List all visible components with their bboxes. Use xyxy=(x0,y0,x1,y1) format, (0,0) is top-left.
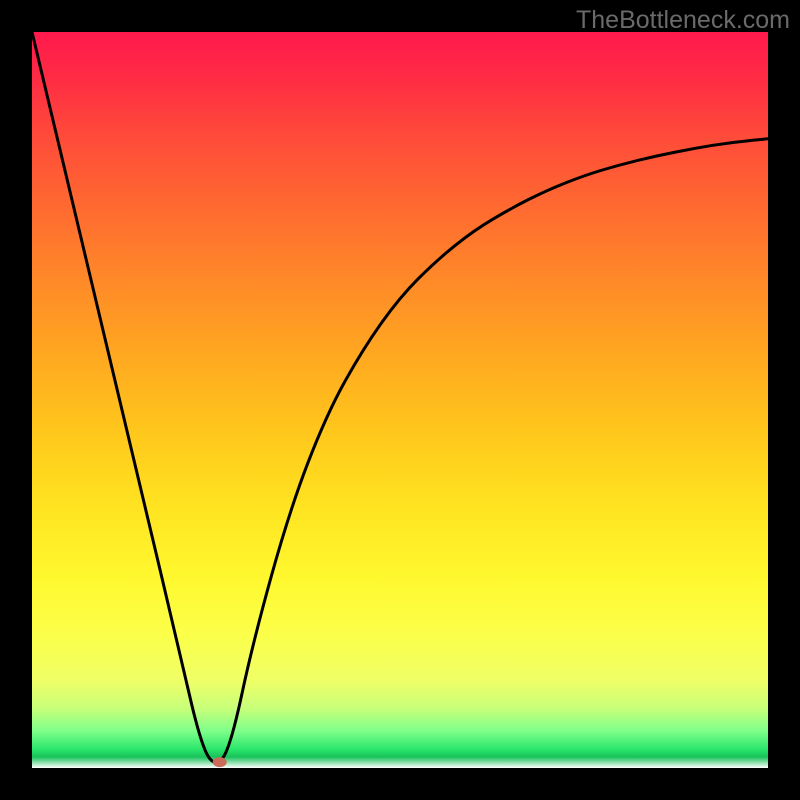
bottleneck-curve xyxy=(32,32,768,763)
watermark-text: TheBottleneck.com xyxy=(576,6,790,35)
chart-frame: TheBottleneck.com xyxy=(0,0,800,800)
plot-area xyxy=(32,32,768,768)
chart-svg xyxy=(32,32,768,768)
minimum-marker-icon xyxy=(213,757,227,767)
curve-path xyxy=(32,32,768,763)
